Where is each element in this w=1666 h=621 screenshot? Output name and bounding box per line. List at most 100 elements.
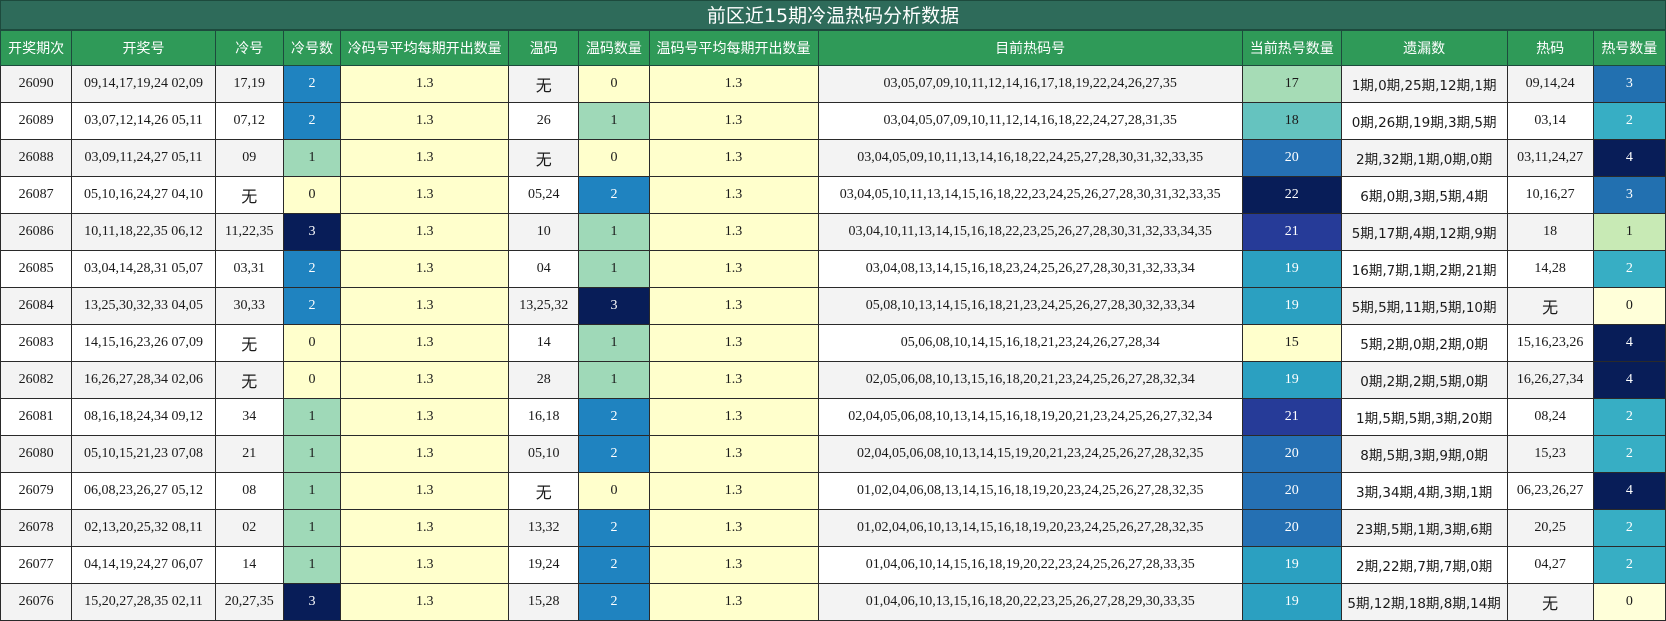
cell-miss: 5期,5期,11期,5期,10期 xyxy=(1340,287,1508,325)
cell-cold: 14 xyxy=(214,546,284,584)
header-cold-count[interactable]: 冷号数 xyxy=(282,30,342,66)
header-hot-num[interactable]: 热号数量 xyxy=(1592,30,1666,66)
table-row: 26078 02,13,20,25,32 08,11 02 1 1.3 13,32 2 1.3… xyxy=(0,509,1666,547)
cell-warm-count: 2 xyxy=(578,546,650,584)
cell-cold: 17,19 xyxy=(214,65,284,103)
cell-hot-num: 2 xyxy=(1592,546,1666,584)
cell-draw: 10,11,18,22,35 06,12 xyxy=(71,213,216,251)
cell-period: 26088 xyxy=(0,139,73,177)
table-row: 26083 14,15,16,23,26 07,09 无 0 1.3 14 1 1.3 05,0… xyxy=(0,324,1666,362)
cell-warm-count: 1 xyxy=(578,324,650,362)
cell-hot: 03,11,24,27 xyxy=(1506,139,1594,177)
table-row: 26077 04,14,19,24,27 06,07 14 1 1.3 19,24 2 1.3… xyxy=(0,546,1666,584)
cell-cold-count: 1 xyxy=(282,398,342,436)
table-row: 26089 03,07,12,14,26 05,11 07,12 2 1.3 26 1 1.3… xyxy=(0,102,1666,140)
header-draw[interactable]: 开奖号 xyxy=(71,30,216,66)
cell-hot: 无 xyxy=(1506,287,1594,325)
cell-cold-count: 1 xyxy=(282,472,342,510)
cell-warm-count: 0 xyxy=(578,139,650,177)
cell-hot-list: 05,08,10,13,14,15,16,18,21,23,24,25,26,2… xyxy=(817,287,1243,325)
cell-cold-count: 1 xyxy=(282,546,342,584)
cell-period: 26081 xyxy=(0,398,73,436)
header-hot[interactable]: 热码 xyxy=(1506,30,1594,66)
cell-warm-count: 0 xyxy=(578,65,650,103)
cell-warm-avg: 1.3 xyxy=(648,398,819,436)
cell-draw: 06,08,23,26,27 05,12 xyxy=(71,472,216,510)
table-row: 26079 06,08,23,26,27 05,12 08 1 1.3 无 0 1.3 01,0… xyxy=(0,472,1666,510)
cell-hot-list: 03,04,10,11,13,14,15,16,18,22,23,25,26,2… xyxy=(817,213,1243,251)
cell-hot-count: 19 xyxy=(1241,361,1342,399)
cell-cold-count: 0 xyxy=(282,324,342,362)
cell-cold: 09 xyxy=(214,139,284,177)
cell-cold: 21 xyxy=(214,435,284,473)
cell-cold: 30,33 xyxy=(214,287,284,325)
cell-cold-avg: 1.3 xyxy=(340,583,510,621)
cell-cold-avg: 1.3 xyxy=(340,65,510,103)
cell-miss: 23期,5期,1期,3期,6期 xyxy=(1340,509,1508,547)
cell-miss: 0期,26期,19期,3期,5期 xyxy=(1340,102,1508,140)
cell-draw: 03,04,14,28,31 05,07 xyxy=(71,250,216,288)
cell-warm-count: 2 xyxy=(578,583,650,621)
cell-hot-count: 17 xyxy=(1241,65,1342,103)
cell-hot-count: 21 xyxy=(1241,398,1342,436)
cell-cold: 无 xyxy=(214,324,284,362)
cell-draw: 02,13,20,25,32 08,11 xyxy=(71,509,216,547)
cell-warm: 05,10 xyxy=(508,435,580,473)
header-miss[interactable]: 遗漏数 xyxy=(1340,30,1508,66)
cell-hot-list: 01,04,06,10,13,15,16,18,20,22,23,25,26,2… xyxy=(817,583,1243,621)
cell-hot-count: 19 xyxy=(1241,287,1342,325)
cell-cold: 08 xyxy=(214,472,284,510)
cell-hot: 16,26,27,34 xyxy=(1506,361,1594,399)
cell-period: 26084 xyxy=(0,287,73,325)
cell-draw: 05,10,15,21,23 07,08 xyxy=(71,435,216,473)
cell-hot-num: 2 xyxy=(1592,398,1666,436)
cell-warm: 19,24 xyxy=(508,546,580,584)
cell-miss: 16期,7期,1期,2期,21期 xyxy=(1340,250,1508,288)
cell-hot: 04,27 xyxy=(1506,546,1594,584)
header-cold-avg[interactable]: 冷码号平均每期开出数量 xyxy=(340,30,510,66)
cell-warm-avg: 1.3 xyxy=(648,65,819,103)
table-row: 26087 05,10,16,24,27 04,10 无 0 1.3 05,24 2 1.3 0… xyxy=(0,176,1666,214)
cell-cold-avg: 1.3 xyxy=(340,361,510,399)
cell-draw: 08,16,18,24,34 09,12 xyxy=(71,398,216,436)
header-warm[interactable]: 温码 xyxy=(508,30,580,66)
cell-hot-num: 2 xyxy=(1592,435,1666,473)
cell-hot: 08,24 xyxy=(1506,398,1594,436)
cell-period: 26079 xyxy=(0,472,73,510)
cell-warm: 15,28 xyxy=(508,583,580,621)
cell-hot-list: 03,04,05,07,09,10,11,12,14,16,18,22,24,2… xyxy=(817,102,1243,140)
cell-hot-count: 19 xyxy=(1241,583,1342,621)
table-row: 26080 05,10,15,21,23 07,08 21 1 1.3 05,10 2 1.3… xyxy=(0,435,1666,473)
cell-miss: 5期,12期,18期,8期,14期 xyxy=(1340,583,1508,621)
cell-miss: 8期,5期,3期,9期,0期 xyxy=(1340,435,1508,473)
cell-warm-avg: 1.3 xyxy=(648,546,819,584)
cell-warm-count: 1 xyxy=(578,102,650,140)
cell-period: 26082 xyxy=(0,361,73,399)
header-warm-avg[interactable]: 温码号平均每期开出数量 xyxy=(648,30,819,66)
cell-cold-avg: 1.3 xyxy=(340,509,510,547)
header-hot-list[interactable]: 目前热码号 xyxy=(817,30,1243,66)
table-row: 26084 13,25,30,32,33 04,05 30,33 2 1.3 13,25,… xyxy=(0,287,1666,325)
cell-hot-count: 20 xyxy=(1241,509,1342,547)
cell-miss: 2期,32期,1期,0期,0期 xyxy=(1340,139,1508,177)
cell-miss: 6期,0期,3期,5期,4期 xyxy=(1340,176,1508,214)
cell-draw: 09,14,17,19,24 02,09 xyxy=(71,65,216,103)
cell-period: 26078 xyxy=(0,509,73,547)
cell-cold: 07,12 xyxy=(214,102,284,140)
cell-hot: 18 xyxy=(1506,213,1594,251)
cell-cold: 无 xyxy=(214,176,284,214)
cell-hot: 20,25 xyxy=(1506,509,1594,547)
header-warm-count[interactable]: 温码数量 xyxy=(578,30,650,66)
cell-period: 26085 xyxy=(0,250,73,288)
header-cold[interactable]: 冷号 xyxy=(214,30,284,66)
cell-cold: 11,22,35 xyxy=(214,213,284,251)
cell-hot-list: 03,04,08,13,14,15,16,18,23,24,25,26,27,2… xyxy=(817,250,1243,288)
cell-warm-avg: 1.3 xyxy=(648,472,819,510)
cell-cold-avg: 1.3 xyxy=(340,546,510,584)
header-period[interactable]: 开奖期次 xyxy=(0,30,73,66)
cell-warm: 无 xyxy=(508,472,580,510)
cell-hot: 15,23 xyxy=(1506,435,1594,473)
cell-cold-avg: 1.3 xyxy=(340,139,510,177)
header-hot-count[interactable]: 当前热号数量 xyxy=(1241,30,1342,66)
cell-period: 26090 xyxy=(0,65,73,103)
